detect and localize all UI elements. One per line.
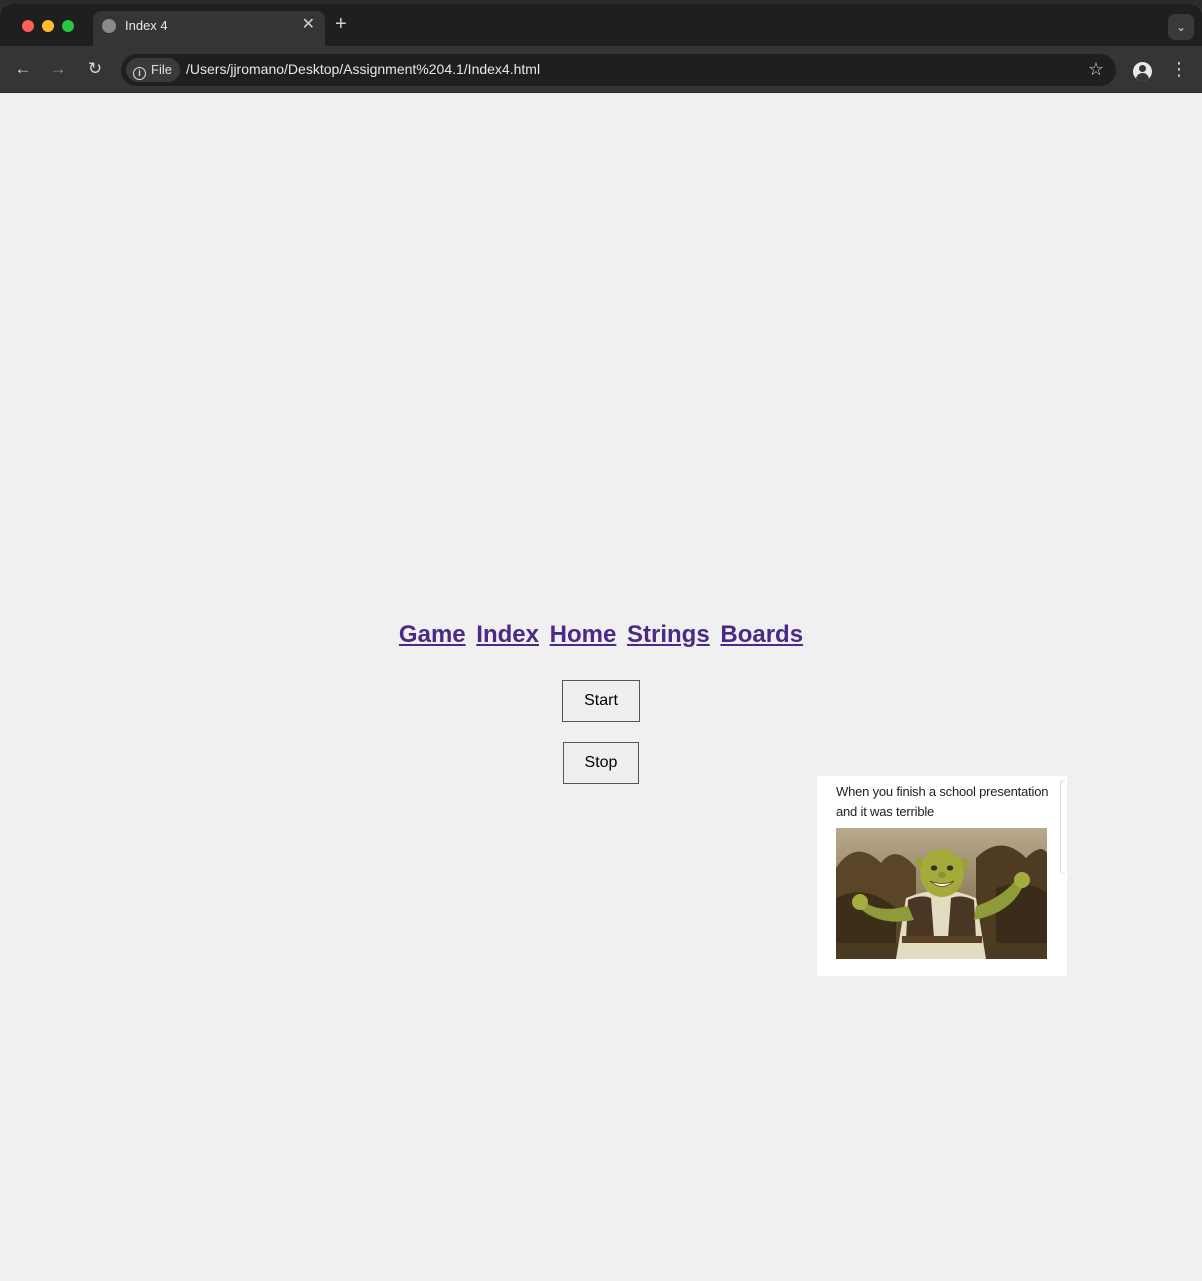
browser-toolbar: ← → ↻ i File /Users/jjromano/Desktop/Assi… bbox=[0, 46, 1202, 93]
nav-link-boards[interactable]: Boards bbox=[720, 621, 803, 648]
profile-avatar-icon[interactable] bbox=[1133, 62, 1152, 81]
maximize-window-button[interactable] bbox=[62, 20, 74, 32]
browser-window: Index 4 ✕ + ⌄ ← → ↻ i File /Users/jjroman… bbox=[0, 4, 1202, 1281]
nav-link-game[interactable]: Game bbox=[399, 621, 466, 648]
browser-menu-icon[interactable]: ⋮ bbox=[1170, 58, 1188, 80]
meme-image-card: When you finish a school presentation an… bbox=[817, 776, 1067, 976]
new-tab-button[interactable]: + bbox=[335, 13, 347, 35]
nav-link-strings[interactable]: Strings bbox=[627, 621, 710, 648]
meme-caption: When you finish a school presentation an… bbox=[836, 784, 1049, 819]
site-info-label: File bbox=[151, 62, 172, 77]
minimize-window-button[interactable] bbox=[42, 20, 54, 32]
address-bar[interactable]: i File /Users/jjromano/Desktop/Assignment… bbox=[121, 54, 1116, 86]
shrek-meme-picture bbox=[836, 828, 1047, 959]
site-info-chip[interactable]: i File bbox=[126, 58, 180, 82]
bookmark-star-icon[interactable]: ☆ bbox=[1088, 59, 1104, 80]
tab-index-4[interactable]: Index 4 ✕ bbox=[93, 11, 325, 46]
stop-button[interactable]: Stop bbox=[563, 742, 639, 784]
nav-link-home[interactable]: Home bbox=[550, 621, 617, 648]
url-text[interactable]: /Users/jjromano/Desktop/Assignment%204.1… bbox=[186, 61, 540, 77]
close-tab-icon[interactable]: ✕ bbox=[302, 16, 315, 34]
start-button[interactable]: Start bbox=[562, 680, 640, 722]
tab-title: Index 4 bbox=[125, 18, 168, 33]
page-content: Game Index Home Strings Boards Start Sto… bbox=[0, 93, 1202, 1281]
tab-search-chevron-icon[interactable]: ⌄ bbox=[1168, 14, 1194, 40]
reload-button[interactable]: ↻ bbox=[84, 58, 106, 80]
info-icon: i bbox=[133, 67, 146, 80]
meme-card-edge bbox=[1060, 780, 1065, 874]
page-nav-links: Game Index Home Strings Boards bbox=[0, 621, 1202, 649]
nav-link-index[interactable]: Index bbox=[476, 621, 539, 648]
close-window-button[interactable] bbox=[22, 20, 34, 32]
forward-button[interactable]: → bbox=[47, 58, 69, 80]
back-button[interactable]: ← bbox=[12, 58, 34, 80]
globe-icon bbox=[102, 19, 116, 33]
tab-strip: Index 4 ✕ + ⌄ bbox=[0, 4, 1202, 46]
